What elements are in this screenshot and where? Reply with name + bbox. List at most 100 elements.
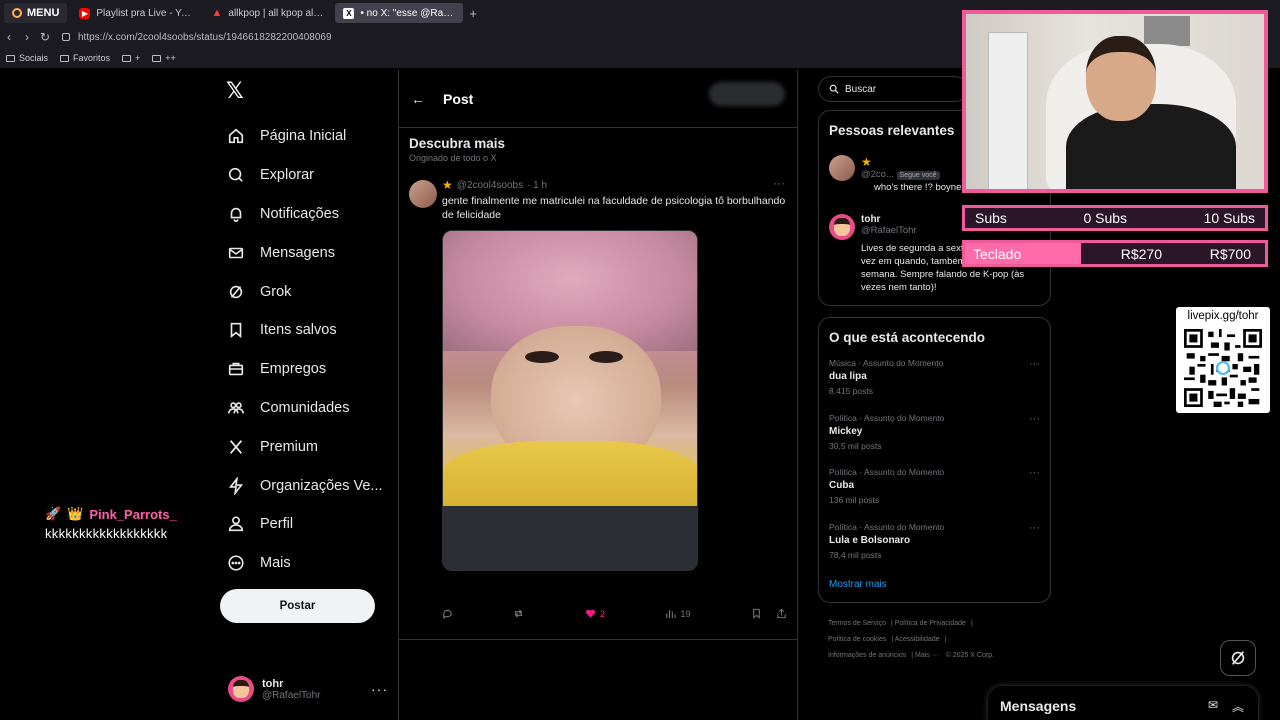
- url-input[interactable]: https://x.com/2cool4soobs/status/1946618…: [78, 32, 332, 43]
- sidebar-item-more[interactable]: Mais: [226, 544, 383, 583]
- menu-button[interactable]: MENU: [4, 3, 68, 23]
- trend-item[interactable]: Política · Assunto do Momento Lula e Bol…: [829, 522, 1044, 560]
- crown-icon: 👑: [67, 506, 84, 521]
- sidebar-item-label: Perfil: [260, 516, 294, 533]
- sidebar-item-orgs[interactable]: Organizações Ve...: [226, 466, 383, 505]
- trend-count: 8.415 posts: [829, 386, 873, 396]
- sidebar-item-grok[interactable]: Grok: [226, 272, 383, 311]
- post-button[interactable]: Postar: [220, 589, 375, 623]
- folder-icon: [122, 54, 132, 62]
- sidebar-item-bookmarks[interactable]: Itens salvos: [226, 311, 383, 350]
- trend-more-icon[interactable]: ···: [1029, 358, 1040, 370]
- footer-link[interactable]: Acessibilidade: [895, 636, 940, 643]
- avatar[interactable]: [409, 180, 437, 208]
- allkpop-icon: ▲: [211, 7, 223, 19]
- trend-more-icon[interactable]: ···: [1029, 522, 1040, 534]
- tweet-photo[interactable]: [442, 230, 698, 571]
- sidebar-item-label: Notificações: [260, 205, 339, 222]
- search-placeholder: Buscar: [845, 83, 877, 95]
- account-switcher[interactable]: tohr @RafaelTohr ···: [228, 676, 388, 702]
- bookmark-icon: [753, 608, 760, 619]
- sidebar-item-communities[interactable]: Comunidades: [226, 389, 383, 428]
- sidebar-item-home[interactable]: Página Inicial: [226, 117, 383, 156]
- sidebar-item-label: Organizações Ve...: [260, 477, 383, 494]
- more-circle-icon: [226, 553, 246, 573]
- trend-count: 78,4 mil posts: [829, 550, 882, 560]
- new-message-icon[interactable]: ✉: [1208, 698, 1218, 715]
- sidebar-item-premium[interactable]: Premium: [226, 427, 383, 466]
- search-input[interactable]: Buscar: [818, 76, 968, 102]
- tweet-more-icon[interactable]: ···: [773, 176, 785, 190]
- trend-item[interactable]: Música · Assunto do Momento dua lipa 8.4…: [829, 358, 1044, 396]
- views-button[interactable]: 19: [665, 608, 690, 619]
- tweet-handle[interactable]: @2cool4soobs: [457, 180, 523, 191]
- footer-link[interactable]: Termos de Serviço: [828, 620, 886, 627]
- trend-more-icon[interactable]: ···: [1029, 413, 1040, 425]
- account-name: tohr: [262, 677, 284, 690]
- sidebar-item-jobs[interactable]: Empregos: [226, 350, 383, 389]
- forward-icon[interactable]: ›: [18, 30, 36, 44]
- trend-count: 30,5 mil posts: [829, 441, 882, 451]
- trend-item[interactable]: Política · Assunto do Momento Cuba 136 m…: [829, 467, 1044, 505]
- chevron-up-icon[interactable]: ︽: [1232, 698, 1244, 715]
- back-arrow-icon[interactable]: ←: [411, 91, 425, 107]
- x-logo-icon[interactable]: 𝕏: [226, 78, 244, 104]
- avatar[interactable]: [829, 214, 855, 240]
- like-button[interactable]: 2: [585, 608, 605, 619]
- home-icon: [226, 126, 246, 146]
- new-tab-button[interactable]: +: [469, 6, 477, 21]
- reload-icon[interactable]: ↻: [36, 30, 54, 44]
- save-share-group: [751, 608, 787, 619]
- show-more-link[interactable]: Mostrar mais: [829, 579, 887, 590]
- back-icon[interactable]: ‹: [0, 30, 18, 44]
- messages-drawer[interactable]: Mensagens ✉ ︽: [988, 686, 1258, 720]
- tab-x-active[interactable]: X • no X: "esse @RafaelTohr": [335, 3, 464, 23]
- bookmark-plusplus[interactable]: ++: [152, 53, 176, 63]
- trend-more-icon[interactable]: ···: [1029, 467, 1040, 479]
- sidebar-item-profile[interactable]: Perfil: [226, 505, 383, 544]
- bookmark-label: +: [135, 53, 141, 63]
- sidebar-item-notifications[interactable]: Notificações: [226, 195, 383, 234]
- bookmark-sociais[interactable]: Sociais: [6, 53, 48, 63]
- x-icon: [226, 437, 246, 457]
- sidebar-item-label: Itens salvos: [260, 322, 337, 339]
- star-icon: ★: [442, 178, 453, 192]
- trend-topic: Cuba: [829, 480, 854, 491]
- footer-link[interactable]: Mais ···: [915, 652, 939, 659]
- avatar: [228, 676, 254, 702]
- bookmark-favoritos[interactable]: Favoritos: [60, 53, 110, 63]
- trend-item[interactable]: Política · Assunto do Momento Mickey 30,…: [829, 413, 1044, 451]
- tweet[interactable]: ··· ★ @2cool4soobs · 1 h gente finalment…: [399, 168, 797, 640]
- sidebar-item-explore[interactable]: Explorar: [226, 156, 383, 195]
- teclado-current: R$270: [1120, 245, 1162, 262]
- discover-subtitle: Originado de todo o X: [409, 153, 497, 163]
- sidebar-item-messages[interactable]: Mensagens: [226, 233, 383, 272]
- sidebar-item-label: Página Inicial: [260, 128, 347, 145]
- footer-link[interactable]: Informações de anúncios: [828, 652, 906, 659]
- avatar[interactable]: [829, 155, 855, 181]
- tab-allkpop[interactable]: ▲ allkpop | all kpop all the time: [203, 3, 331, 23]
- reply-button[interactable]: [442, 608, 453, 619]
- reply-icon: [443, 609, 452, 619]
- subs-label: Subs: [975, 210, 1007, 226]
- youtube-icon: ▶: [79, 7, 91, 19]
- bookmark-plus[interactable]: +: [122, 53, 140, 63]
- retweet-button[interactable]: [513, 608, 524, 619]
- grok-button[interactable]: [1220, 640, 1256, 676]
- sidebar-item-label: Premium: [260, 438, 319, 455]
- trend-category: Política · Assunto do Momento: [829, 413, 945, 423]
- footer-link[interactable]: Política de Privacidade: [895, 620, 966, 627]
- copyright: © 2025 X Corp.: [945, 652, 995, 659]
- account-more-icon[interactable]: ···: [371, 681, 388, 697]
- folder-icon: [152, 54, 162, 62]
- tweet-time[interactable]: · 1 h: [527, 180, 547, 191]
- footer-link[interactable]: Política de cookies: [828, 636, 886, 643]
- page-title: Post: [443, 90, 474, 107]
- views-icon: [666, 609, 677, 619]
- tab-youtube[interactable]: ▶ Playlist pra Live - YouTube: [71, 3, 199, 23]
- trend-category: Música · Assunto do Momento: [829, 358, 944, 368]
- blurred-button[interactable]: [709, 82, 785, 106]
- qr-code-icon: [1184, 329, 1262, 407]
- trend-topic: Lula e Bolsonaro: [829, 535, 911, 546]
- search-icon: [226, 165, 246, 185]
